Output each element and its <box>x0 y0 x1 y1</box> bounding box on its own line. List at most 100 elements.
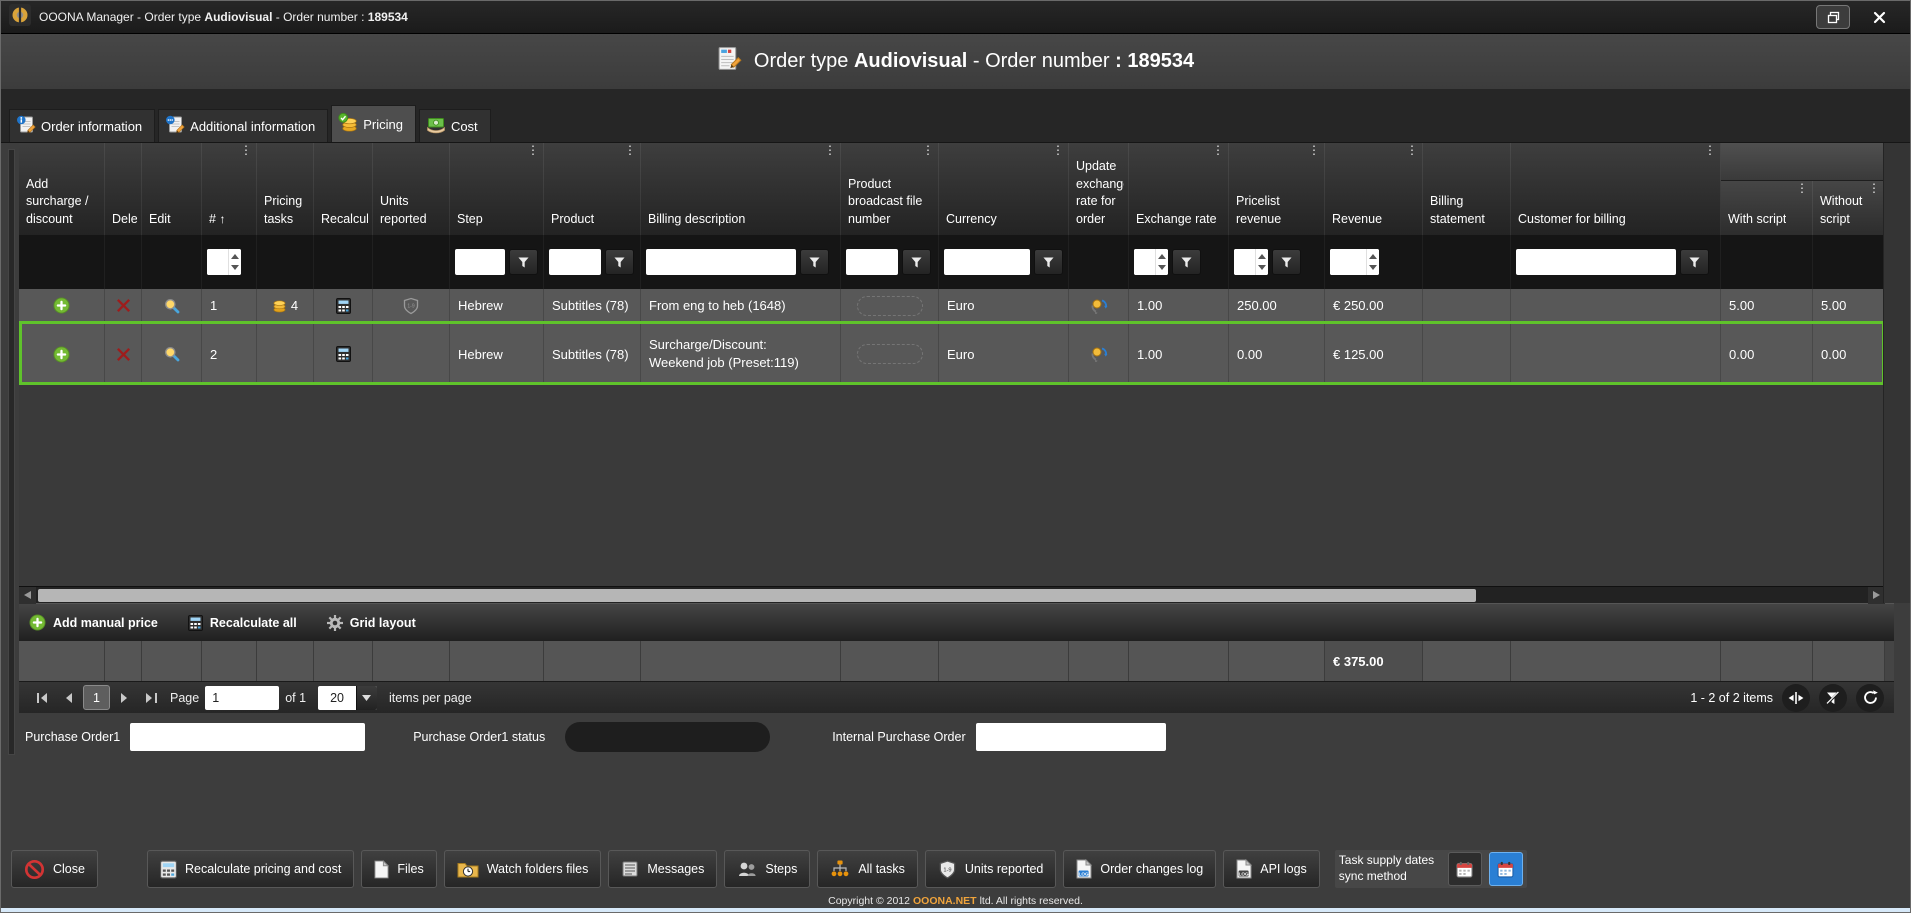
delete-cell[interactable] <box>105 323 142 385</box>
dropdown-arrow-icon[interactable] <box>356 686 377 710</box>
restore-window-button[interactable] <box>1816 5 1850 29</box>
recalculate-pricing-and-cost-button[interactable]: Recalculate pricing and cost <box>147 850 354 888</box>
pricing-tasks-cell[interactable]: 4 <box>257 289 314 322</box>
currency-cell[interactable]: Euro <box>939 323 1069 385</box>
revenue-cell[interactable]: € 125.00 <box>1325 323 1423 385</box>
billing-description-cell[interactable]: From eng to heb (1648) <box>641 289 841 322</box>
items-per-page-select[interactable]: 20 <box>318 686 377 710</box>
customer-for-billing-cell[interactable] <box>1511 289 1721 322</box>
recalculate-all-button[interactable]: Recalculate all <box>188 615 297 631</box>
delete-cell[interactable] <box>105 289 142 322</box>
recalculate-cell[interactable] <box>314 289 373 322</box>
current-page-button[interactable]: 1 <box>83 685 110 710</box>
page-number-input[interactable] <box>205 686 279 710</box>
watch-folders-files-button[interactable]: Watch folders files <box>444 850 602 888</box>
exchange-rate-filter-funnel-button[interactable] <box>1172 249 1201 275</box>
units-reported-cell[interactable]: 1-9 <box>373 289 450 322</box>
update-exchange-rate-cell[interactable] <box>1069 323 1129 385</box>
tab-order-information[interactable]: Order information <box>9 109 155 142</box>
prev-page-button[interactable] <box>55 686 81 710</box>
column-header-delete[interactable]: Delete <box>105 143 142 235</box>
revenue-cell[interactable]: € 250.00 <box>1325 289 1423 322</box>
broadcast-file-cell[interactable] <box>841 289 939 322</box>
vertical-scrollbar-track[interactable] <box>1883 143 1910 603</box>
step-filter-funnel-button[interactable] <box>509 249 538 275</box>
exchange-rate-cell[interactable]: 1.00 <box>1129 323 1229 385</box>
column-header-units-reported[interactable]: Units reported <box>373 143 450 235</box>
add-manual-price-button[interactable]: Add manual price <box>29 614 158 631</box>
column-menu-icon[interactable] <box>1704 144 1716 156</box>
column-header-number[interactable]: # ↑ <box>202 143 257 235</box>
task-supply-sync-manual-button[interactable] <box>1448 852 1482 886</box>
currency-filter-input[interactable] <box>944 249 1030 275</box>
column-menu-icon[interactable] <box>240 144 252 156</box>
billing-statement-cell[interactable] <box>1423 323 1511 385</box>
column-header-update-exchange-rate[interactable]: Update exchange rate for order <box>1069 143 1129 235</box>
currency-filter-funnel-button[interactable] <box>1034 249 1063 275</box>
column-header-without-script[interactable]: Without script <box>1813 181 1885 235</box>
column-menu-icon[interactable] <box>1052 144 1064 156</box>
horizontal-scrollbar[interactable] <box>19 586 1885 603</box>
product-filter-input[interactable] <box>549 249 601 275</box>
step-cell[interactable]: Hebrew <box>450 289 544 322</box>
purchase-order1-input[interactable] <box>130 723 365 751</box>
currency-cell[interactable]: Euro <box>939 289 1069 322</box>
messages-button[interactable]: Messages <box>608 850 717 888</box>
customer-for-billing-cell[interactable] <box>1511 323 1721 385</box>
billing-statement-cell[interactable] <box>1423 289 1511 322</box>
column-header-customer-for-billing[interactable]: Customer for billing <box>1511 143 1721 235</box>
spinner-arrows-icon[interactable] <box>228 249 241 275</box>
tab-additional-information[interactable]: Additional information <box>158 109 328 142</box>
column-menu-icon[interactable] <box>1868 182 1880 194</box>
with-script-cell[interactable]: 0.00 <box>1721 323 1813 385</box>
column-menu-icon[interactable] <box>1796 182 1808 194</box>
spinner-arrows-icon[interactable] <box>1255 249 1268 275</box>
close-window-button[interactable] <box>1862 5 1896 29</box>
order-changes-log-button[interactable]: LOG Order changes log <box>1063 850 1216 888</box>
product-cell[interactable]: Subtitles (78) <box>544 289 641 322</box>
pricelist-revenue-filter-funnel-button[interactable] <box>1272 249 1301 275</box>
column-header-pricing-tasks[interactable]: Pricing tasks <box>257 143 314 235</box>
broadcast-file-filter-input[interactable] <box>846 249 898 275</box>
edit-cell[interactable] <box>142 323 202 385</box>
column-menu-icon[interactable] <box>922 144 934 156</box>
column-header-add-surcharge-discount[interactable]: Add surcharge / discount <box>19 143 105 235</box>
revenue-filter-input[interactable] <box>1330 249 1366 275</box>
column-header-step[interactable]: Step <box>450 143 544 235</box>
column-menu-icon[interactable] <box>624 144 636 156</box>
pricing-tasks-cell[interactable] <box>257 323 314 385</box>
add-surcharge-cell[interactable] <box>19 323 105 385</box>
row-number-cell[interactable]: 1 <box>202 289 257 322</box>
broadcast-file-cell[interactable] <box>841 323 939 385</box>
column-menu-icon[interactable] <box>824 144 836 156</box>
exchange-rate-filter-input[interactable] <box>1134 249 1155 275</box>
tab-pricing[interactable]: Pricing <box>331 105 416 142</box>
files-button[interactable]: Files <box>361 850 436 888</box>
column-header-with-script[interactable]: With script <box>1721 181 1813 235</box>
without-script-cell[interactable]: 5.00 <box>1813 289 1885 322</box>
product-filter-funnel-button[interactable] <box>605 249 634 275</box>
close-button[interactable]: Close <box>11 850 98 888</box>
column-header-product-broadcast-file-number[interactable]: Product broadcast file number <box>841 143 939 235</box>
billing-description-cell[interactable]: Surcharge/Discount:Weekend job (Preset:1… <box>641 323 841 385</box>
all-tasks-button[interactable]: All tasks <box>817 850 918 888</box>
edit-cell[interactable] <box>142 289 202 322</box>
number-filter-input[interactable] <box>207 249 228 275</box>
internal-purchase-order-input[interactable] <box>976 723 1166 751</box>
spinner-arrows-icon[interactable] <box>1155 249 1168 275</box>
without-script-cell[interactable]: 0.00 <box>1813 323 1885 385</box>
pricing-row-2-selected[interactable]: 2 Hebrew Subtitles (78) Surcharge/Discou… <box>19 323 1885 385</box>
column-menu-icon[interactable] <box>1406 144 1418 156</box>
pricelist-revenue-filter-input[interactable] <box>1234 249 1255 275</box>
pricing-row-1[interactable]: 1 4 1-9 Hebrew Subtitles (78) From eng t… <box>19 289 1885 323</box>
broadcast-file-filter-funnel-button[interactable] <box>902 249 931 275</box>
spinner-arrows-icon[interactable] <box>1366 249 1379 275</box>
api-logs-button[interactable]: LOG API logs <box>1223 850 1320 888</box>
exchange-rate-cell[interactable]: 1.00 <box>1129 289 1229 322</box>
column-header-billing-description[interactable]: Billing description <box>641 143 841 235</box>
with-script-cell[interactable]: 5.00 <box>1721 289 1813 322</box>
billing-description-filter-input[interactable] <box>646 249 796 275</box>
column-menu-icon[interactable] <box>1308 144 1320 156</box>
fit-columns-button[interactable] <box>1782 684 1810 712</box>
recalculate-cell[interactable] <box>314 323 373 385</box>
